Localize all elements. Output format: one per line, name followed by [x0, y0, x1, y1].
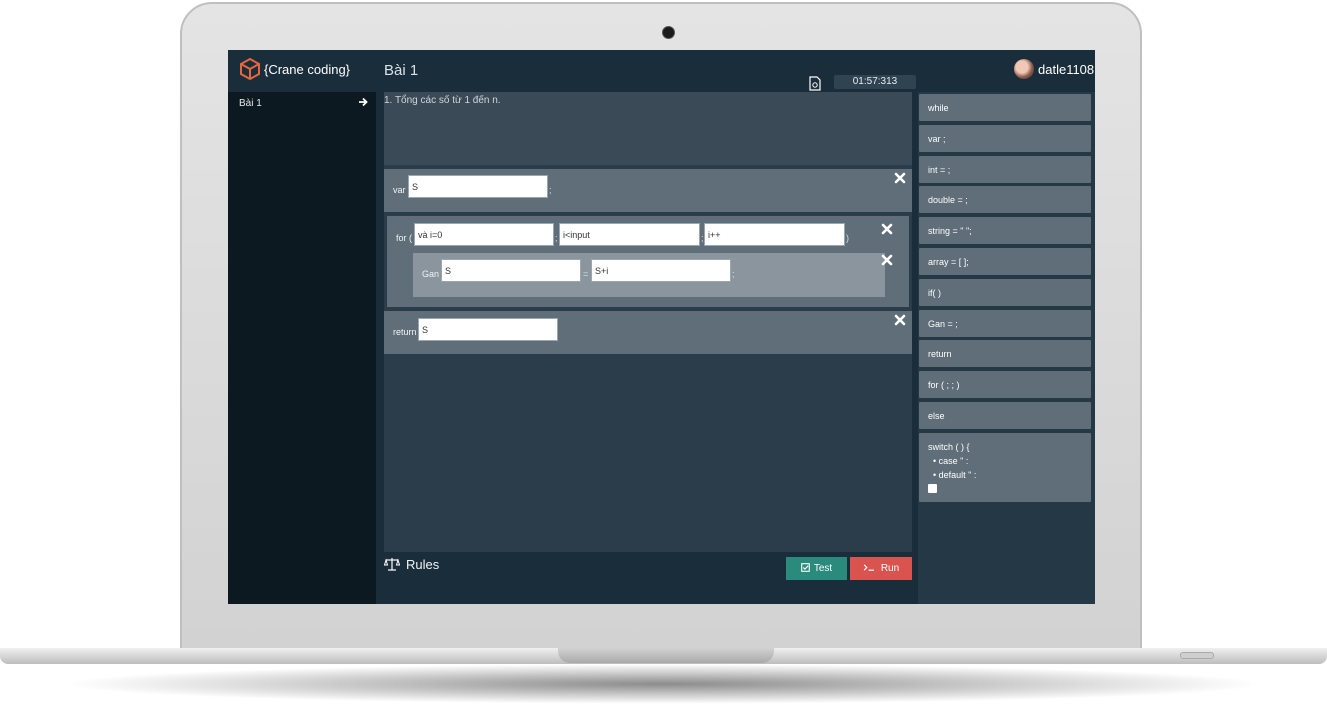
- run-button-label: Run: [880, 563, 900, 574]
- var-semicolon: ;: [549, 185, 552, 195]
- assign-equals: =: [583, 269, 589, 279]
- palette-item-double[interactable]: double = ;: [919, 186, 1091, 213]
- problem-text: 1. Tổng các số từ 1 đến n.: [384, 95, 501, 106]
- rules-link[interactable]: Rules: [406, 557, 439, 572]
- for-block[interactable]: for ( ; ; ) Gan = ;: [387, 216, 909, 307]
- palette-item-label: int = ;: [928, 165, 951, 175]
- sidebar: Bài 1: [228, 92, 376, 604]
- for-separator: ;: [555, 233, 558, 243]
- close-icon[interactable]: [894, 172, 906, 184]
- var-name-input[interactable]: [408, 175, 548, 198]
- terminal-icon: [863, 564, 874, 571]
- palette-item-int[interactable]: int = ;: [919, 156, 1091, 183]
- top-bar: {Crane coding} Bài 1 01:57:313 datle1108: [228, 50, 1095, 92]
- assign-semicolon: ;: [732, 269, 735, 279]
- palette-item-label: while: [928, 103, 949, 113]
- palette-item-label: var ;: [928, 134, 946, 144]
- palette-item-else[interactable]: else: [919, 402, 1091, 429]
- for-step-input[interactable]: [704, 223, 845, 246]
- var-block[interactable]: var ;: [384, 169, 912, 212]
- palette-item-gan[interactable]: Gan = ;: [919, 310, 1091, 337]
- return-keyword: return: [393, 327, 417, 337]
- switch-default-label: • default " :: [933, 470, 977, 480]
- palette-item-label: Gan = ;: [928, 319, 958, 329]
- assign-left-input[interactable]: [441, 259, 581, 282]
- var-keyword: var: [393, 185, 406, 195]
- workspace-footer: Rules Test Run: [384, 552, 912, 604]
- app-screen: {Crane coding} Bài 1 01:57:313 datle1108…: [228, 50, 1095, 604]
- palette-item-while[interactable]: while: [919, 94, 1091, 121]
- return-value-input[interactable]: [418, 318, 558, 341]
- sidebar-item-bai-1[interactable]: Bài 1: [228, 92, 376, 116]
- for-keyword: for (: [396, 233, 413, 243]
- palette-item-switch[interactable]: switch ( ) { • case " : • default " :: [919, 433, 1091, 502]
- assign-keyword: Gan: [422, 269, 440, 279]
- arrow-right-icon: [359, 97, 368, 107]
- palette-item-label: for ( ; ; ): [928, 380, 960, 390]
- plus-icon[interactable]: [928, 484, 937, 493]
- palette-item-for[interactable]: for ( ; ; ): [919, 371, 1091, 398]
- for-close-paren: ): [846, 233, 849, 243]
- code-workspace: 1. Tổng các số từ 1 đến n. var ; for ( ;…: [384, 92, 912, 552]
- avatar[interactable]: [1014, 59, 1034, 79]
- laptop-foot: [1180, 652, 1214, 659]
- palette-item-var[interactable]: var ;: [919, 125, 1091, 152]
- brand-name: {Crane coding}: [264, 62, 351, 77]
- scale-icon: [384, 558, 400, 571]
- camera-icon: [662, 26, 675, 39]
- check-square-icon: [801, 563, 810, 572]
- document-icon[interactable]: [808, 76, 822, 91]
- palette-item-label: return: [928, 349, 952, 359]
- close-icon[interactable]: [881, 254, 893, 266]
- laptop-shadow: [60, 664, 1267, 704]
- palette-item-if[interactable]: if( ): [919, 279, 1091, 306]
- palette-item-label: switch ( ) {: [928, 442, 970, 452]
- palette-item-array[interactable]: array = [ ];: [919, 248, 1091, 275]
- username[interactable]: datle1108: [1038, 62, 1094, 77]
- switch-case-label: • case " :: [933, 456, 969, 466]
- for-condition-input[interactable]: [559, 223, 700, 246]
- test-button[interactable]: Test: [786, 557, 847, 580]
- close-icon[interactable]: [894, 314, 906, 326]
- palette-item-label: double = ;: [928, 195, 968, 205]
- palette-item-label: if( ): [928, 288, 941, 298]
- assign-block[interactable]: Gan = ;: [413, 253, 893, 297]
- palette-item-string[interactable]: string = " ";: [919, 217, 1091, 244]
- block-palette: while var ; int = ; double = ; string = …: [918, 92, 1095, 604]
- return-block[interactable]: return: [384, 311, 912, 354]
- sidebar-item-label: Bài 1: [239, 98, 262, 109]
- problem-statement: 1. Tổng các số từ 1 đến n.: [384, 92, 912, 165]
- palette-item-label: array = [ ];: [928, 257, 969, 267]
- for-init-input[interactable]: [414, 223, 554, 246]
- palette-item-label: else: [928, 411, 945, 421]
- cube-logo-icon: [240, 58, 260, 80]
- laptop-notch: [558, 648, 774, 663]
- close-icon[interactable]: [881, 223, 893, 235]
- timer: 01:57:313: [834, 75, 916, 89]
- assign-right-input[interactable]: [591, 259, 731, 282]
- palette-item-return[interactable]: return: [919, 340, 1091, 367]
- run-button[interactable]: Run: [850, 557, 912, 580]
- test-button-label: Test: [813, 563, 833, 574]
- palette-item-label: string = " ";: [928, 226, 972, 236]
- page-title: Bài 1: [384, 62, 419, 79]
